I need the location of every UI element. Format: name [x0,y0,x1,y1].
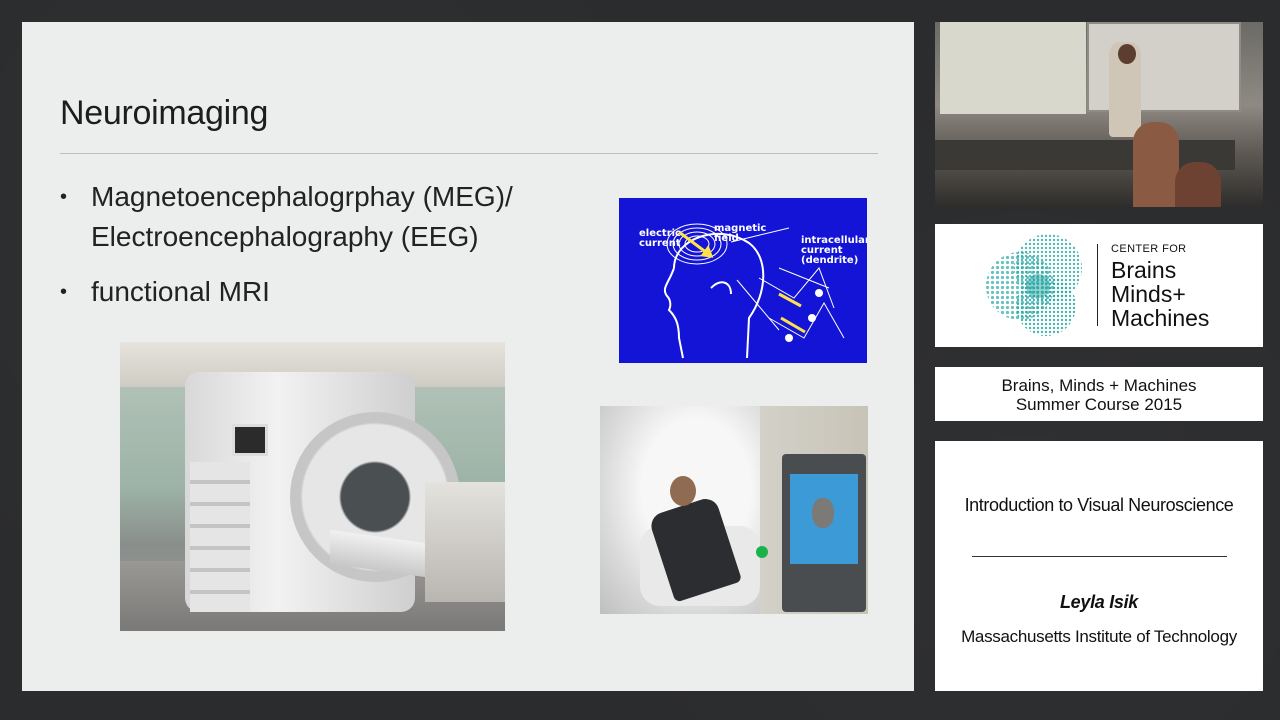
label-line: (dendrite) [801,255,859,266]
face-stimulus [812,498,834,528]
lecture-slide: Neuroimaging • Magnetoencephalogrphay (M… [22,22,914,691]
subject-head [670,476,696,506]
label-magnetic-field: magnetic field [714,224,766,244]
bullet-text-line-2: Electroencephalography (EEG) [91,221,479,252]
title-divider [60,153,878,154]
ear-outline [710,281,732,295]
course-name: Brains, Minds + Machines [1001,376,1197,395]
equipment-cabinet [425,482,505,602]
scanner-display [232,424,268,456]
cbmm-logo-card: CENTER FOR Brains Minds+ Machines [935,224,1263,347]
audience-member [1175,162,1221,207]
logo-brains: Brains [1111,257,1177,283]
logo-center-for: CENTER FOR [1111,243,1187,255]
label-intracellular-current: intracellular current (dendrite) [801,236,867,266]
projection-screen [940,22,1086,114]
cbmm-logo-icon [986,234,1082,336]
speaker-head [1118,44,1136,64]
label-line: field [714,233,739,244]
label-electric-current: electric current [639,229,681,249]
bullet-text-line-1: Magnetoencephalogrphay (MEG)/ [91,181,513,212]
logo-divider [1097,244,1098,326]
meg-eeg-diagram: electric current magnetic field intracel… [619,198,867,363]
course-title-card: Brains, Minds + Machines Summer Course 2… [935,367,1263,421]
slide-title: Neuroimaging [60,94,269,132]
scanner-stripes [190,462,250,612]
mri-scanner-photo [120,342,505,631]
label-line: current [639,238,681,249]
bullet-text: functional MRI [91,276,270,307]
meg-scanner-photo [600,406,868,614]
speaker-name: Leyla Isik [1059,592,1139,612]
speaker-institution: Massachusetts Institute of Technology [961,627,1237,646]
face-profile [663,267,684,359]
lecture-info-card: Introduction to Visual Neuroscience Leyl… [935,441,1263,691]
logo-machines: Machines [1111,305,1210,331]
speaker-video-feed [935,22,1263,207]
response-button [756,546,768,558]
course-year: Summer Course 2015 [1015,395,1183,414]
audience-member [1133,122,1179,207]
bullet-marker: • [60,281,68,303]
logo-minds: Minds+ [1111,281,1186,307]
info-divider [972,556,1227,557]
lecture-title: Introduction to Visual Neuroscience [964,495,1234,515]
bullet-marker: • [60,186,68,208]
